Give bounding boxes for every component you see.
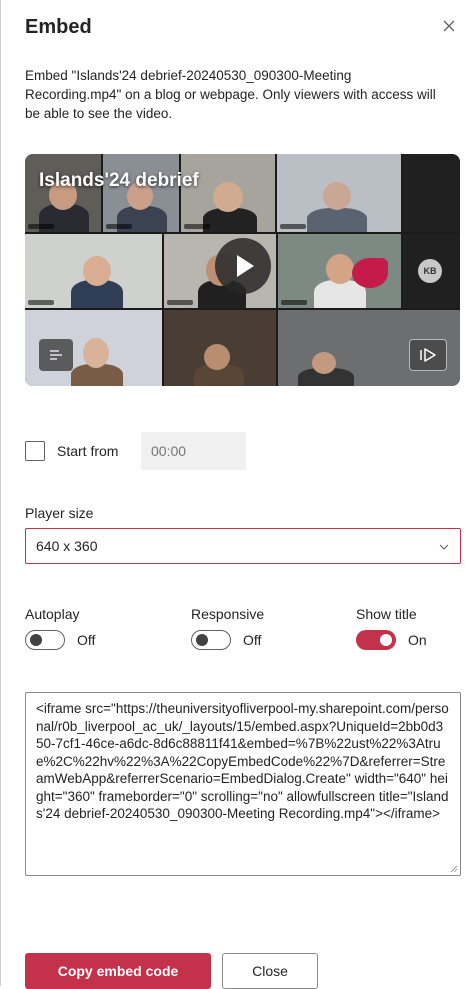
avatar: KB xyxy=(418,259,442,283)
participant-tile xyxy=(403,154,460,232)
participant-tile xyxy=(278,234,401,308)
play-icon xyxy=(237,255,254,277)
share-icon xyxy=(420,348,436,362)
chapters-button[interactable] xyxy=(39,339,73,371)
play-button[interactable] xyxy=(215,238,271,294)
show-title-label: Show title xyxy=(356,606,417,622)
participant-tile xyxy=(277,154,401,232)
participant-tile xyxy=(25,154,101,232)
share-button[interactable] xyxy=(409,339,447,371)
autoplay-toggle[interactable] xyxy=(25,630,65,650)
responsive-toggle[interactable] xyxy=(191,630,231,650)
autoplay-state: Off xyxy=(77,632,96,648)
participant-tile xyxy=(181,154,275,232)
embed-code-textarea[interactable]: <iframe src="https://theuniversityoflive… xyxy=(25,692,461,876)
participant-tile xyxy=(164,310,276,386)
responsive-label: Responsive xyxy=(191,606,265,622)
autoplay-label: Autoplay xyxy=(25,606,80,622)
start-from-label: Start from xyxy=(57,443,119,459)
player-size-value: 640 x 360 xyxy=(36,538,98,554)
embed-code-text: <iframe src="https://theuniversityoflive… xyxy=(36,701,449,821)
show-title-toggle-group: Show title On xyxy=(356,606,427,650)
player-size-dropdown[interactable]: 640 x 360 xyxy=(25,528,461,564)
participant-tile xyxy=(25,234,162,308)
video-overlay-title: Islands'24 debrief xyxy=(39,170,199,191)
chapters-icon xyxy=(50,350,62,360)
copy-embed-code-button[interactable]: Copy embed code xyxy=(25,953,211,989)
responsive-state: Off xyxy=(243,632,262,648)
start-time-input[interactable] xyxy=(141,432,246,470)
autoplay-toggle-group: Autoplay Off xyxy=(25,606,95,650)
player-size-label: Player size xyxy=(25,505,94,521)
show-title-toggle[interactable] xyxy=(356,630,396,650)
responsive-toggle-group: Responsive Off xyxy=(191,606,265,650)
resize-grip-icon[interactable] xyxy=(450,865,458,873)
close-icon[interactable] xyxy=(439,16,459,36)
participant-tile xyxy=(103,154,179,232)
close-button[interactable]: Close xyxy=(222,953,318,989)
dialog-title: Embed xyxy=(25,16,92,38)
dialog-description: Embed "Islands'24 debrief-20240530_09030… xyxy=(25,68,436,121)
chevron-down-icon xyxy=(439,544,449,550)
embed-dialog: Embed Embed "Islands'24 debrief-20240530… xyxy=(0,0,466,989)
video-preview[interactable]: Islands'24 debrief KB xyxy=(25,154,460,386)
start-from-checkbox[interactable] xyxy=(25,441,45,461)
show-title-state: On xyxy=(408,632,427,648)
